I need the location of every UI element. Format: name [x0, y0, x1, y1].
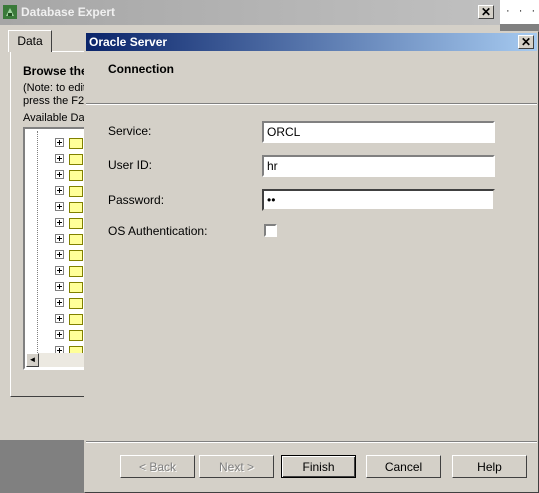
tree-node[interactable] — [47, 295, 87, 311]
cancel-button[interactable]: Cancel — [366, 455, 441, 478]
expand-plus-icon[interactable] — [55, 218, 64, 227]
note-line-2: press the F2 — [23, 95, 85, 107]
password-input[interactable] — [262, 189, 495, 211]
expand-plus-icon[interactable] — [55, 202, 64, 211]
expand-plus-icon[interactable] — [55, 282, 64, 291]
right-edge-dots: · · · — [506, 5, 539, 17]
folder-icon — [69, 282, 83, 293]
help-button[interactable]: Help — [452, 455, 527, 478]
expand-plus-icon[interactable] — [55, 234, 64, 243]
folder-icon — [69, 186, 83, 197]
expand-plus-icon[interactable] — [55, 170, 64, 179]
header-divider — [86, 103, 537, 105]
folder-icon — [69, 266, 83, 277]
tree-node[interactable] — [47, 151, 87, 167]
tree-node[interactable] — [47, 311, 87, 327]
folder-icon — [69, 154, 83, 165]
folder-icon — [69, 250, 83, 261]
tree-node[interactable] — [47, 167, 87, 183]
tree-node[interactable] — [47, 247, 87, 263]
tree-node[interactable] — [47, 199, 87, 215]
database-expert-app-icon — [3, 5, 17, 19]
folder-icon — [69, 234, 83, 245]
user-id-label: User ID: — [108, 158, 153, 172]
os-authentication-label: OS Authentication: — [108, 224, 208, 238]
finish-button[interactable]: Finish — [281, 455, 356, 478]
oracle-server-dialog — [84, 31, 539, 493]
password-label: Password: — [108, 193, 165, 207]
tree-node[interactable] — [47, 215, 87, 231]
oracle-server-close-icon[interactable]: ✕ — [518, 35, 534, 49]
tree-node[interactable] — [47, 263, 87, 279]
expand-plus-icon[interactable] — [55, 250, 64, 259]
folder-icon — [69, 170, 83, 181]
expand-plus-icon[interactable] — [55, 186, 64, 195]
next-button[interactable]: Next > — [199, 455, 274, 478]
tree-node[interactable] — [47, 231, 87, 247]
folder-icon — [69, 330, 83, 341]
service-input[interactable] — [262, 121, 495, 143]
expand-plus-icon[interactable] — [55, 138, 64, 147]
user-id-input[interactable] — [262, 155, 495, 177]
os-authentication-checkbox[interactable] — [264, 224, 277, 237]
service-label: Service: — [108, 124, 152, 138]
note-line-1: (Note: to edit — [23, 82, 86, 94]
browse-heading: Browse the — [23, 64, 88, 78]
database-expert-title: Database Expert — [21, 5, 116, 19]
tree-guide-line — [37, 131, 38, 359]
footer-divider — [86, 441, 537, 443]
expand-plus-icon[interactable] — [55, 314, 64, 323]
folder-icon — [69, 138, 83, 149]
folder-icon — [69, 314, 83, 325]
oracle-server-title: Oracle Server — [89, 35, 168, 49]
scroll-left-arrow-icon[interactable]: ◄ — [26, 353, 39, 367]
tab-data[interactable]: Data — [8, 30, 52, 52]
folder-icon — [69, 202, 83, 213]
expand-plus-icon[interactable] — [55, 154, 64, 163]
tree-node[interactable] — [47, 279, 87, 295]
tree-node[interactable] — [47, 135, 87, 151]
folder-icon — [69, 298, 83, 309]
expand-plus-icon[interactable] — [55, 298, 64, 307]
expand-plus-icon[interactable] — [55, 330, 64, 339]
back-button[interactable]: < Back — [120, 455, 195, 478]
tree-node[interactable] — [47, 183, 87, 199]
database-expert-close-icon[interactable]: ✕ — [478, 5, 494, 19]
tree-node[interactable] — [47, 327, 87, 343]
connection-heading: Connection — [108, 62, 174, 76]
expand-plus-icon[interactable] — [55, 266, 64, 275]
available-data-label: Available Da — [23, 112, 85, 124]
folder-icon — [69, 218, 83, 229]
